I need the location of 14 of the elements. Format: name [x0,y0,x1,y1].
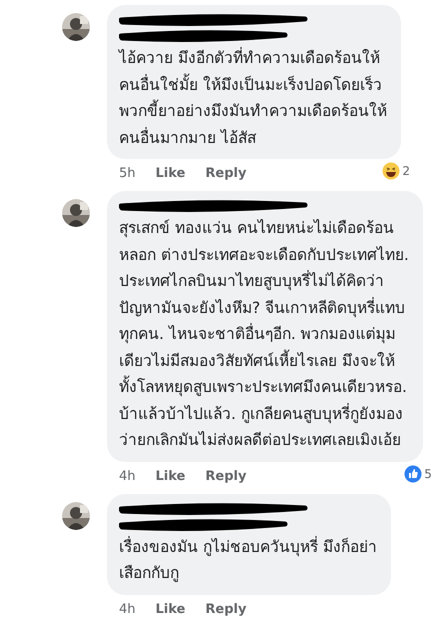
comment-text: ไอ้ควาย มึงอีกตัวที่ทำความเดือดร้อนให้ คนอื่นใช่มั้ย ให้มึงเป็นมะเร็งปอดโดยเร็ว พวกขี้ยาอย่างมึงมันทำความเดือดร้อนให้ คนอื่นมากมาย ไอ้สัส [119,46,387,148]
comment-time: 5h [119,166,136,181]
action-link[interactable]: Reply [205,602,246,616]
action-link[interactable]: Like [156,166,186,181]
action-link[interactable]: Reply [205,166,246,181]
action-link[interactable]: Like [156,602,186,616]
comment-time: 4h [119,602,136,616]
thumbs-up-icon [404,464,422,482]
laughing-face-icon [382,162,400,180]
action-link[interactable]: Reply [205,468,246,484]
comment-text: เรื่องของมัน กูไม่ชอบควันบุหรี่ มึงก็อย่า เสือกกับกู [119,535,377,584]
comment-text: สุรเสกข์ ทองแว่น คนไทยหน่ะไม่เดือดร้อน หลอก ต่างประเทศอะจะเดือดกับประเทศไทย. ประเทศไกลบินมาไทยสูบบุหรี่ไม่ได้คิดว่า ปัญหามันจะยังไงหึม? จีนเกาหลีติดบุหรี่แทบ ทุกคน. ไหนจะชาติอื่นๆอีก. พวกมองแต่มุม เดียวไม่มีสมองวิสัยทัศน์เหี้ยไรเลย มึงจะให้ ทั้งโลหหยุดสูบเพราะประเทศมึงคนเดียวหรอ. บ้าแล้วบ้าไปแล้ว. กูเกลียคนสูบบุหรี่กูยังมอง ว่ายกเลิกมันไม่ส่งผลดีต่อประเทศเลยเมิงเอ้ย [119,218,409,451]
comment-time: 4h [119,468,136,484]
action-link[interactable]: Like [156,468,186,484]
